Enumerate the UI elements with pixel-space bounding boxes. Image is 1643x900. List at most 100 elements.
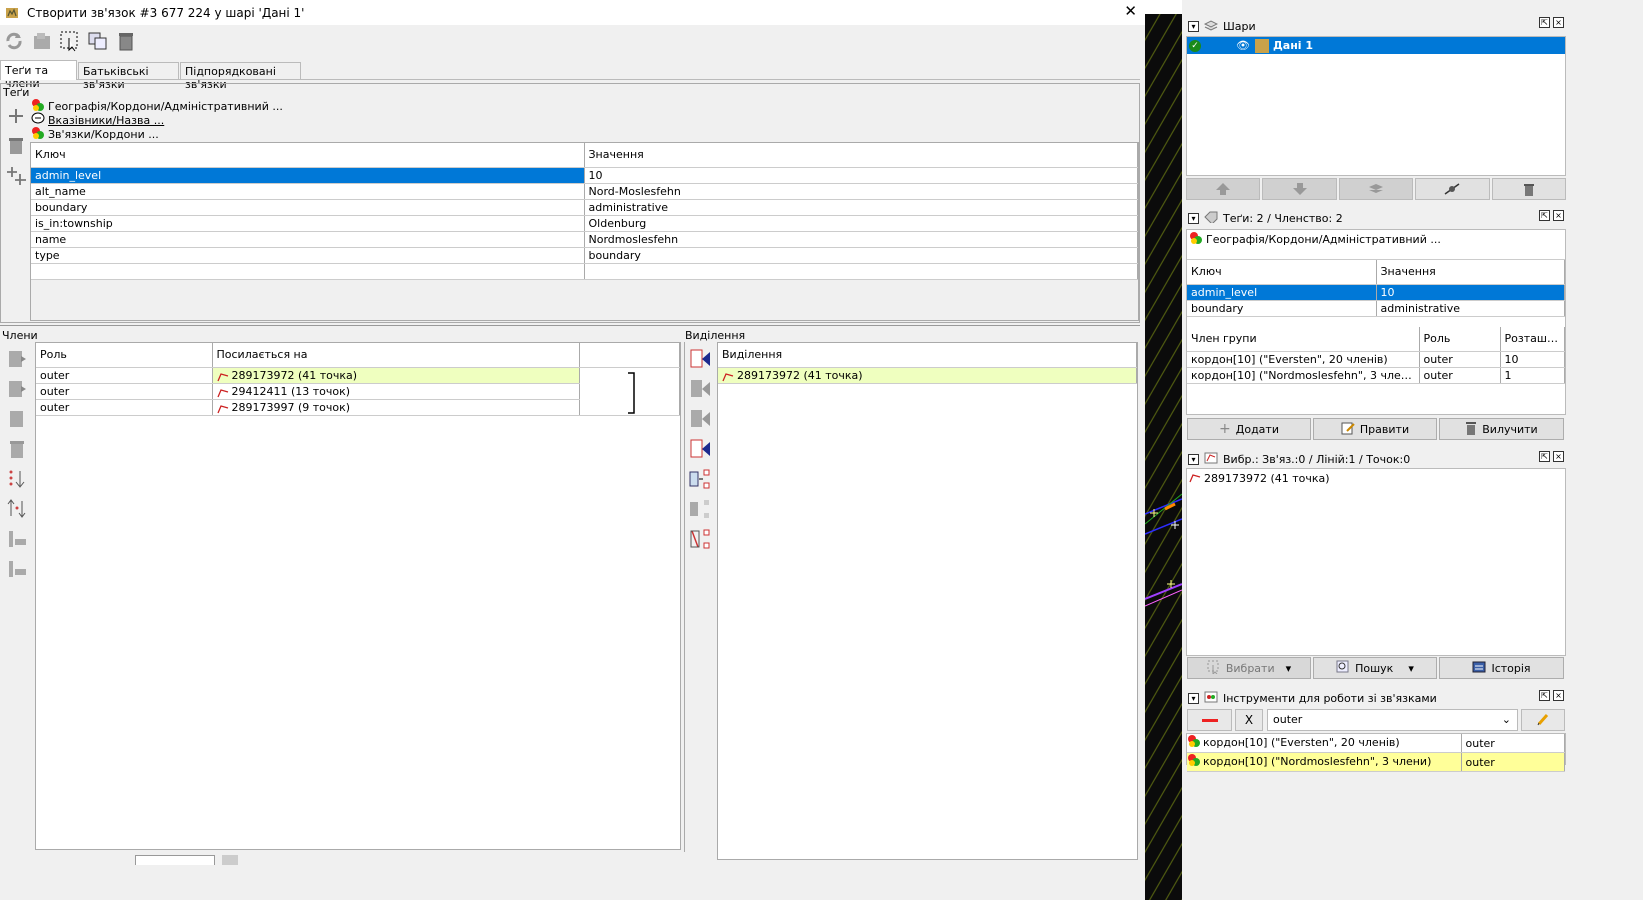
- membership-row[interactable]: кордон[10] ("Nordmoslesfehn", 3 члени) ou…: [1187, 367, 1565, 384]
- download-incomplete-button[interactable]: [4, 526, 30, 552]
- add-tags-button[interactable]: [3, 164, 29, 190]
- delete-layer-button[interactable]: [1491, 178, 1567, 200]
- relation-row[interactable]: кордон[10] ("Nordmoslesfehn", 3 члени) ou…: [1187, 752, 1565, 772]
- remove-member-button[interactable]: [4, 436, 30, 462]
- history-button[interactable]: Історія: [1439, 657, 1564, 679]
- close-panel-icon[interactable]: ×: [1553, 17, 1564, 28]
- delete-icon[interactable]: [115, 30, 137, 55]
- layer-name[interactable]: Дані 1: [1273, 39, 1313, 52]
- preset-list: Географія/Кордони/Адміністративний ... В…: [31, 98, 283, 141]
- dropdown-arrow-icon[interactable]: ▾: [1286, 662, 1292, 675]
- role-apply-button[interactable]: [222, 855, 238, 865]
- detach-icon[interactable]: ⇱: [1539, 451, 1550, 462]
- detach-icon[interactable]: ⇱: [1539, 210, 1550, 221]
- active-check-icon[interactable]: ✓: [1189, 39, 1201, 52]
- role-combo[interactable]: [135, 855, 215, 865]
- position-column-header[interactable]: Розташу...: [1500, 327, 1565, 352]
- visibility-eye-icon[interactable]: 👁: [1236, 39, 1250, 52]
- value-column-header[interactable]: Значення: [584, 143, 1138, 168]
- tag-row[interactable]: boundary administrative: [31, 199, 1138, 216]
- download-selected-button[interactable]: [4, 556, 30, 582]
- tag-row[interactable]: alt_name Nord-Moslesfehn: [31, 183, 1138, 200]
- dialog-toolbar: [0, 28, 160, 56]
- collapse-icon[interactable]: ▾: [1188, 20, 1199, 32]
- splitter-handle[interactable]: [0, 325, 1140, 328]
- tab-child-relations[interactable]: Підпорядковані зв'язки: [180, 62, 301, 91]
- tab-tags-and-members[interactable]: Теґи та члени: [0, 60, 77, 90]
- toggle-visibility-button[interactable]: [1415, 178, 1490, 200]
- add-button[interactable]: + Додати: [1187, 418, 1311, 440]
- sort-members-button[interactable]: [4, 466, 30, 492]
- membership-row[interactable]: кордон[10] ("Eversten", 20 членів) outer 1…: [1187, 351, 1565, 368]
- remove-from-relation-button[interactable]: [1187, 709, 1232, 731]
- tag-row[interactable]: admin_level 10: [31, 167, 1138, 184]
- duplicate-icon[interactable]: [87, 30, 109, 55]
- selection-item[interactable]: 289173972 (41 точка): [1187, 469, 1565, 487]
- refresh-icon[interactable]: [3, 30, 25, 55]
- move-layer-up-button[interactable]: [1186, 178, 1261, 200]
- detach-icon[interactable]: ⇱: [1539, 17, 1550, 28]
- set-role-button[interactable]: [687, 526, 713, 552]
- tag-row[interactable]: type boundary: [31, 247, 1138, 264]
- detach-icon[interactable]: ⇱: [1539, 690, 1550, 701]
- add-selected-after-button[interactable]: [687, 406, 713, 432]
- remove-selected-button[interactable]: [687, 496, 713, 522]
- edit-member-button[interactable]: [4, 406, 30, 432]
- relation-row[interactable]: кордон[10] ("Eversten", 20 членів) outer: [1187, 734, 1565, 753]
- role-column-header[interactable]: Роль: [36, 343, 213, 368]
- map-view[interactable]: [1145, 14, 1182, 900]
- clear-button[interactable]: X: [1235, 709, 1263, 731]
- move-layer-down-button[interactable]: [1262, 178, 1337, 200]
- set-role-button[interactable]: [1521, 709, 1565, 731]
- select-members-button[interactable]: [687, 466, 713, 492]
- move-down-button[interactable]: [4, 376, 30, 402]
- delete-tag-button[interactable]: [3, 134, 29, 160]
- key-column-header[interactable]: Ключ: [31, 143, 585, 168]
- tag-row[interactable]: name Nordmoslesfehn: [31, 231, 1138, 248]
- add-selected-before-button[interactable]: [687, 376, 713, 402]
- close-icon[interactable]: ✕: [1124, 2, 1137, 20]
- delete-button[interactable]: Вилучити: [1439, 418, 1564, 440]
- role-select[interactable]: outer ⌄: [1267, 709, 1518, 731]
- close-panel-icon[interactable]: ×: [1553, 210, 1564, 221]
- add-tag-button[interactable]: [3, 104, 29, 130]
- move-up-button[interactable]: [4, 346, 30, 372]
- selection-column-header[interactable]: Виділення: [718, 343, 1137, 368]
- apply-icon[interactable]: [31, 30, 53, 55]
- preset-link[interactable]: Географія/Кордони/Адміністративний ...: [31, 98, 283, 113]
- preset-link[interactable]: Зв'язки/Кордони ...: [31, 126, 283, 141]
- panel-buttons: ⇱ ×: [1539, 690, 1564, 701]
- merge-layers-button[interactable]: [1338, 178, 1414, 200]
- close-panel-icon[interactable]: ×: [1553, 451, 1564, 462]
- member-of-column-header[interactable]: Член групи: [1187, 327, 1420, 352]
- select-members-icon[interactable]: [59, 30, 81, 55]
- key-column-header[interactable]: Ключ: [1187, 260, 1377, 285]
- value-column-header[interactable]: Значення: [1376, 260, 1565, 285]
- reference-column-header[interactable]: Посилається на: [212, 343, 580, 368]
- collapse-icon[interactable]: ▾: [1188, 453, 1199, 465]
- empty-tag-row[interactable]: [31, 263, 1138, 280]
- selection-row[interactable]: 289173972 (41 точка): [718, 367, 1137, 384]
- add-selected-at-end-button[interactable]: [687, 436, 713, 462]
- preset-link[interactable]: Географія/Кордони/Адміністративний ...: [1187, 230, 1565, 248]
- preset-link[interactable]: Вказівники/Назва ...: [31, 112, 283, 127]
- member-row[interactable]: outer 289173972 (41 точка): [36, 367, 680, 416]
- reverse-members-button[interactable]: [4, 496, 30, 522]
- tab-parent-relations[interactable]: Батьківські зв'язки: [78, 62, 179, 91]
- select-button[interactable]: Вибрати ▾: [1187, 657, 1311, 679]
- collapse-icon[interactable]: ▾: [1188, 692, 1199, 704]
- title-bar: Створити зв'язок #3 677 224 у шарі 'Дані…: [0, 0, 1145, 25]
- search-button[interactable]: Пошук ▾: [1313, 657, 1437, 679]
- edit-button[interactable]: Правити: [1313, 418, 1437, 440]
- close-panel-icon[interactable]: ×: [1553, 690, 1564, 701]
- tag-row[interactable]: is_in:township Oldenburg: [31, 215, 1138, 232]
- dropdown-arrow-icon[interactable]: ▾: [1408, 662, 1414, 675]
- tag-row[interactable]: boundary administrative: [1187, 300, 1565, 317]
- tag-row[interactable]: admin_level 10: [1187, 284, 1565, 301]
- collapse-icon[interactable]: ▾: [1188, 212, 1199, 224]
- layer-row[interactable]: ✓ 👁 Дані 1: [1187, 37, 1565, 54]
- chevron-down-icon[interactable]: ⌄: [1502, 713, 1511, 726]
- add-selected-at-start-button[interactable]: [687, 346, 713, 372]
- connection-column-header[interactable]: [579, 343, 680, 368]
- role-column-header[interactable]: Роль: [1419, 327, 1501, 352]
